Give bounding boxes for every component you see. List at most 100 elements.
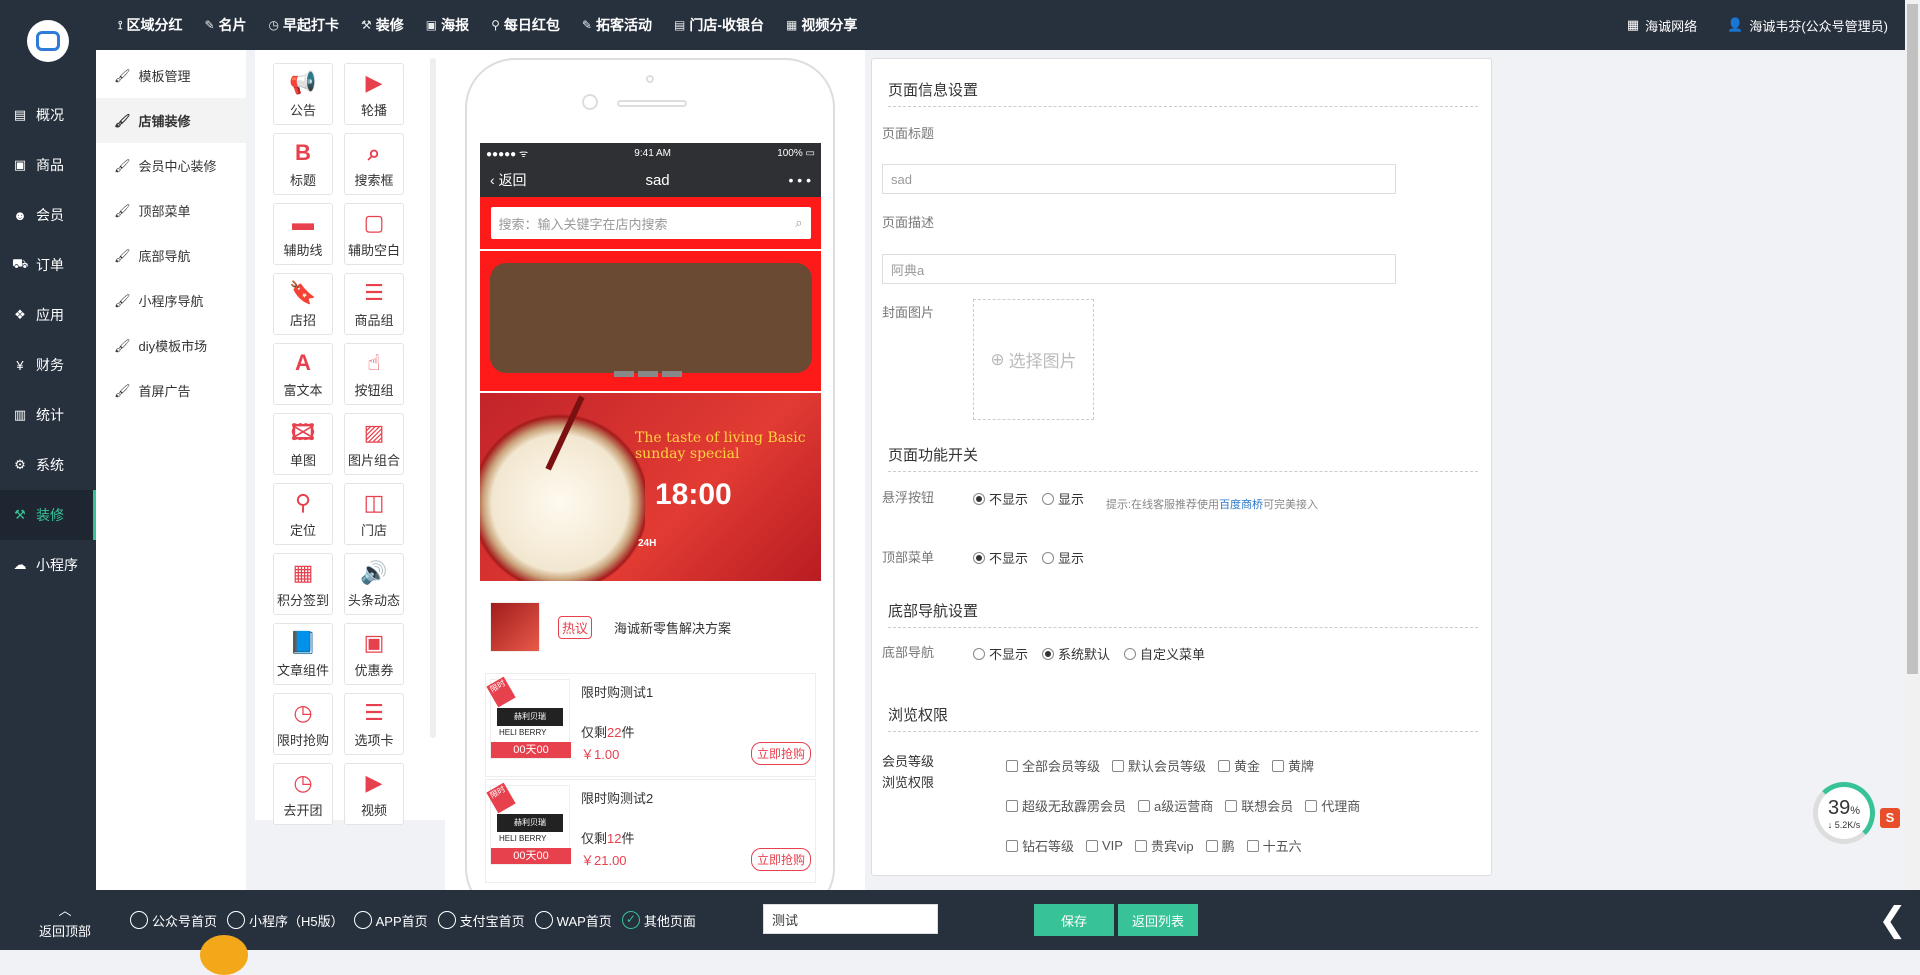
radio-hide[interactable]: 不显示 [973,548,1028,567]
back-to-top-button[interactable]: ︿ 返回顶部 [0,890,130,950]
checkbox-option[interactable]: 联想会员 [1225,796,1293,815]
sidebar-item-members[interactable]: ☻ 会员 [0,190,96,240]
checkbox-option[interactable]: 鹏 [1205,836,1235,855]
save-button[interactable]: 保存 [1034,904,1114,936]
top-nav-item[interactable]: ✎ 名片 [204,15,246,35]
component-bookmark[interactable]: 🔖 店招 [273,273,333,335]
tab-miniapp-h5[interactable]: 小程序（H5版） [227,911,344,930]
subnav-item-active[interactable]: 🖌 店铺装修 [96,98,246,143]
user-menu[interactable]: 👤 海诚韦芬(公众号管理员) [1727,16,1888,35]
radio-dot[interactable] [130,911,148,929]
scrollbar-thumb[interactable] [1907,4,1918,674]
sidebar-item-miniapp[interactable]: ☁ 小程序 [0,540,96,590]
baidu-link[interactable]: 百度商桥 [1219,499,1263,511]
flash-sale-item[interactable]: 限时 赫利贝瑞 HELI BERRY 00天00 限时购测试1 仅剩22件 ￥1… [485,673,816,777]
flash-sale-item[interactable]: 限时 赫利贝瑞 HELI BERRY 00天00 限时购测试2 仅剩12件 ￥2… [485,779,816,883]
checkbox[interactable] [1112,759,1125,772]
component-image-group[interactable]: ▨ 图片组合 [344,413,404,475]
checkbox[interactable] [1134,839,1147,852]
subnav-item[interactable]: 🖌 模板管理 [96,53,246,98]
top-nav-item[interactable]: ⚲ 每日红包 [491,15,560,35]
carousel-banner[interactable] [480,251,821,391]
radio-show[interactable]: 显示 [1042,489,1084,508]
more-icon[interactable]: • • • [789,172,811,188]
sidebar-item-system[interactable]: ⚙ 系统 [0,440,96,490]
radio-dot[interactable] [973,492,985,505]
sidebar-item-overview[interactable]: ▤ 概况 [0,90,96,140]
page-desc-input[interactable] [882,254,1396,284]
sidebar-item-stats[interactable]: ▥ 统计 [0,390,96,440]
subnav-item[interactable]: 🖌 首屏广告 [96,368,246,413]
component-divider[interactable]: ▬ 辅助线 [273,203,333,265]
component-hand-pointer[interactable]: ☝ 按钮组 [344,343,404,405]
top-nav-item[interactable]: ⟟ 区域分红 [118,15,182,35]
top-nav-item[interactable]: ▤ 门店-收银台 [674,15,764,35]
component-tabs[interactable]: ☰ 选项卡 [344,693,404,755]
component-megaphone[interactable]: 📢 公告 [273,63,333,125]
radio-dot[interactable] [973,647,985,660]
checkbox-option[interactable]: 全部会员等级 [1006,756,1100,775]
component-rich-text[interactable]: A 富文本 [273,343,333,405]
page-title-input[interactable] [882,164,1396,194]
subnav-item[interactable]: 🖌 diy模板市场 [96,323,246,368]
promo-image[interactable]: The taste of living Basic sunday special … [480,393,821,581]
radio-dot[interactable] [1042,647,1055,660]
tab-app-home[interactable]: APP首页 [353,911,428,930]
tab-wap-home[interactable]: WAP首页 [534,911,612,930]
ime-badge-icon[interactable]: S [1880,808,1900,828]
sidebar-item-apps[interactable]: ❖ 应用 [0,290,96,340]
carousel-dot[interactable] [662,371,682,377]
component-carousel[interactable]: ▶ 轮播 [344,63,404,125]
checkbox-option[interactable]: 黄牌 [1272,756,1314,775]
component-calendar[interactable]: ▦ 积分签到 [273,553,333,615]
checkbox-option[interactable]: 默认会员等级 [1112,756,1206,775]
component-flash-sale-clock[interactable]: ◷ 限时抢购 [273,693,333,755]
component-blank[interactable]: ▢ 辅助空白 [344,203,404,265]
headline-news[interactable]: 热议 海诚新零售解决方案 [480,581,821,673]
top-nav-item[interactable]: ▦ 视频分享 [786,15,857,35]
radio-dot[interactable] [227,911,246,929]
checkbox-option[interactable]: 代理商 [1305,796,1360,815]
checkbox-option[interactable]: 十五六 [1246,836,1302,855]
component-coupon[interactable]: ▣ 优惠券 [344,623,404,685]
top-nav-item[interactable]: ▣ 海报 [426,15,469,35]
radio-dot[interactable] [534,911,553,929]
radio-dot[interactable] [437,911,456,929]
checkbox-option[interactable]: 贵宾vip [1134,836,1194,855]
subnav-item[interactable]: 🖌 会员中心装修 [96,143,246,188]
checkbox[interactable] [1006,839,1018,852]
component-single-image[interactable]: 🖾 单图 [273,413,333,475]
component-article[interactable]: 📘 文章组件 [273,623,333,685]
component-volume[interactable]: 🔊 头条动态 [344,553,404,615]
search-input[interactable]: 搜索：输入关键字在店内搜索 ⌕ [490,207,811,239]
carousel-dot[interactable] [638,371,658,377]
sidebar-item-goods[interactable]: ▣ 商品 [0,140,96,190]
top-nav-item[interactable]: ◷ 早起打卡 [269,15,339,35]
radio-dot[interactable] [353,911,372,929]
back-link[interactable]: ‹ 返回 [490,170,527,190]
top-nav-item[interactable]: ✎ 拓客活动 [582,15,652,35]
buy-now-button[interactable]: 立即抢购 [750,848,811,871]
checkbox[interactable] [1138,799,1151,812]
subnav-item[interactable]: 🖌 底部导航 [96,233,246,278]
radio-dot[interactable] [621,911,640,929]
radio-dot[interactable] [1124,647,1137,660]
subnav-item[interactable]: 🖌 小程序导航 [96,278,246,323]
radio-hide[interactable]: 不显示 [973,489,1028,508]
radio-dot[interactable] [1042,551,1055,564]
radio-dot[interactable] [973,551,985,564]
checkbox[interactable] [1272,759,1285,772]
checkbox[interactable] [1225,799,1238,812]
radio-dot[interactable] [1042,492,1055,505]
component-video[interactable]: ▶ 视频 [344,763,404,825]
checkbox[interactable] [1006,799,1018,812]
checkbox-option[interactable]: 超级无敌霹雳会员 [1006,796,1126,815]
checkbox-option[interactable]: 钻石等级 [1006,836,1074,855]
radio-system-default[interactable]: 系统默认 [1042,644,1110,663]
checkbox-option[interactable]: a级运营商 [1138,796,1213,815]
collapse-panel-icon[interactable]: ❮ [1865,890,1920,950]
buy-now-button[interactable]: 立即抢购 [750,742,811,765]
radio-show[interactable]: 显示 [1042,548,1084,567]
checkbox[interactable] [1218,759,1231,772]
palette-scrollbar[interactable] [430,58,436,738]
